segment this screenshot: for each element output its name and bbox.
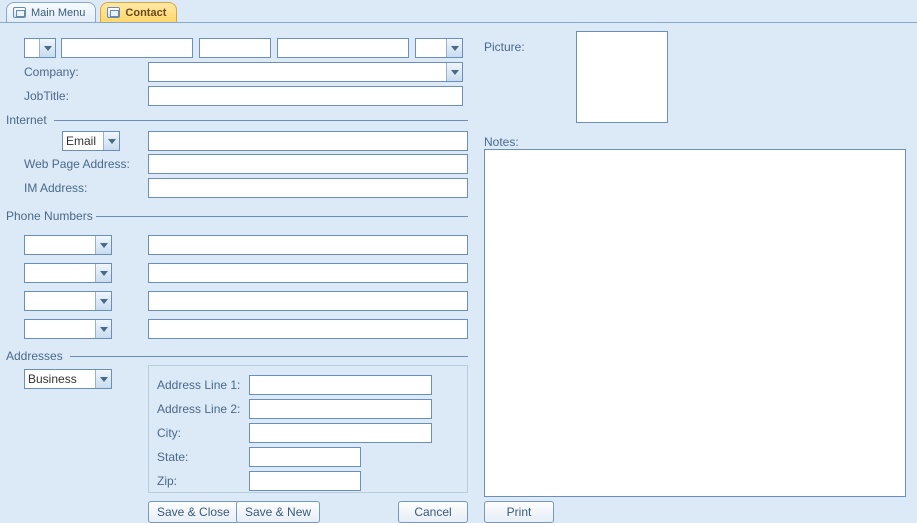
chevron-down-icon[interactable] xyxy=(95,264,111,282)
chevron-down-icon[interactable] xyxy=(446,63,462,81)
phone2-type-select[interactable] xyxy=(24,263,112,283)
address-panel: Address Line 1: Address Line 2: City: St… xyxy=(148,365,468,493)
addr-city-input[interactable] xyxy=(249,423,432,443)
phone3-type-input[interactable] xyxy=(25,292,95,310)
company-select[interactable] xyxy=(148,62,463,82)
email-input[interactable] xyxy=(148,131,468,151)
phone4-input[interactable] xyxy=(148,319,468,339)
phone2-input[interactable] xyxy=(148,263,468,283)
addr-line1-label: Address Line 1: xyxy=(157,378,240,392)
save-close-button[interactable]: Save & Close xyxy=(148,501,239,523)
addr-zip-label: Zip: xyxy=(157,474,177,488)
address-type-select[interactable] xyxy=(24,369,112,389)
internet-section-label: Internet xyxy=(6,113,47,127)
picture-box[interactable] xyxy=(576,31,668,123)
middle-name-input[interactable] xyxy=(199,38,271,58)
chevron-down-icon[interactable] xyxy=(446,39,462,57)
phone2-type-input[interactable] xyxy=(25,264,95,282)
phone4-type-select[interactable] xyxy=(24,319,112,339)
addr-state-input[interactable] xyxy=(249,447,361,467)
phone1-type-select[interactable] xyxy=(24,235,112,255)
addr-line1-input[interactable] xyxy=(249,375,432,395)
addresses-divider xyxy=(70,356,468,357)
addr-line2-input[interactable] xyxy=(249,399,432,419)
button-label: Print xyxy=(507,505,532,519)
addr-city-label: City: xyxy=(157,426,181,440)
last-name-input[interactable] xyxy=(277,38,409,58)
name-prefix-select[interactable] xyxy=(24,38,56,58)
jobtitle-input[interactable] xyxy=(148,86,463,106)
chevron-down-icon[interactable] xyxy=(95,370,111,388)
name-suffix-select[interactable] xyxy=(415,38,463,58)
chevron-down-icon[interactable] xyxy=(95,292,111,310)
webpage-label: Web Page Address: xyxy=(24,157,130,171)
address-type-input[interactable] xyxy=(25,370,95,388)
phone1-input[interactable] xyxy=(148,235,468,255)
company-input[interactable] xyxy=(149,63,446,81)
form-icon xyxy=(13,7,26,18)
webpage-input[interactable] xyxy=(148,154,468,174)
phone3-type-select[interactable] xyxy=(24,291,112,311)
addr-line2-label: Address Line 2: xyxy=(157,402,240,416)
cancel-button[interactable]: Cancel xyxy=(398,501,468,523)
chevron-down-icon[interactable] xyxy=(95,320,111,338)
first-name-input[interactable] xyxy=(61,38,193,58)
tab-contact[interactable]: Contact xyxy=(100,2,177,22)
tab-label: Main Menu xyxy=(31,7,85,19)
tab-main-menu[interactable]: Main Menu xyxy=(6,2,96,22)
phone3-input[interactable] xyxy=(148,291,468,311)
im-input[interactable] xyxy=(148,178,468,198)
form-icon xyxy=(107,7,120,18)
email-type-input[interactable] xyxy=(63,132,103,150)
notes-textarea[interactable] xyxy=(484,149,906,497)
form-canvas: Company: JobTitle: Picture: Internet Web… xyxy=(0,22,917,522)
button-label: Cancel xyxy=(414,505,451,519)
name-prefix-input[interactable] xyxy=(25,39,39,57)
addresses-section-label: Addresses xyxy=(6,349,63,363)
phone-divider xyxy=(96,216,468,217)
phone-section-label: Phone Numbers xyxy=(6,209,93,223)
addr-zip-input[interactable] xyxy=(249,471,361,491)
chevron-down-icon[interactable] xyxy=(39,39,55,57)
email-type-select[interactable] xyxy=(62,131,120,151)
button-label: Save & Close xyxy=(157,505,230,519)
jobtitle-label: JobTitle: xyxy=(24,89,69,103)
chevron-down-icon[interactable] xyxy=(95,236,111,254)
im-label: IM Address: xyxy=(24,181,87,195)
tab-label: Contact xyxy=(125,7,166,19)
notes-label: Notes: xyxy=(484,135,519,149)
phone1-type-input[interactable] xyxy=(25,236,95,254)
addr-state-label: State: xyxy=(157,450,188,464)
save-new-button[interactable]: Save & New xyxy=(236,501,320,523)
phone4-type-input[interactable] xyxy=(25,320,95,338)
button-label: Save & New xyxy=(245,505,311,519)
print-button[interactable]: Print xyxy=(484,501,554,523)
chevron-down-icon[interactable] xyxy=(103,132,119,150)
name-suffix-input[interactable] xyxy=(416,39,446,57)
internet-divider xyxy=(54,120,468,121)
company-label: Company: xyxy=(24,65,79,79)
tab-bar: Main Menu Contact xyxy=(0,0,917,22)
picture-label: Picture: xyxy=(484,40,525,54)
